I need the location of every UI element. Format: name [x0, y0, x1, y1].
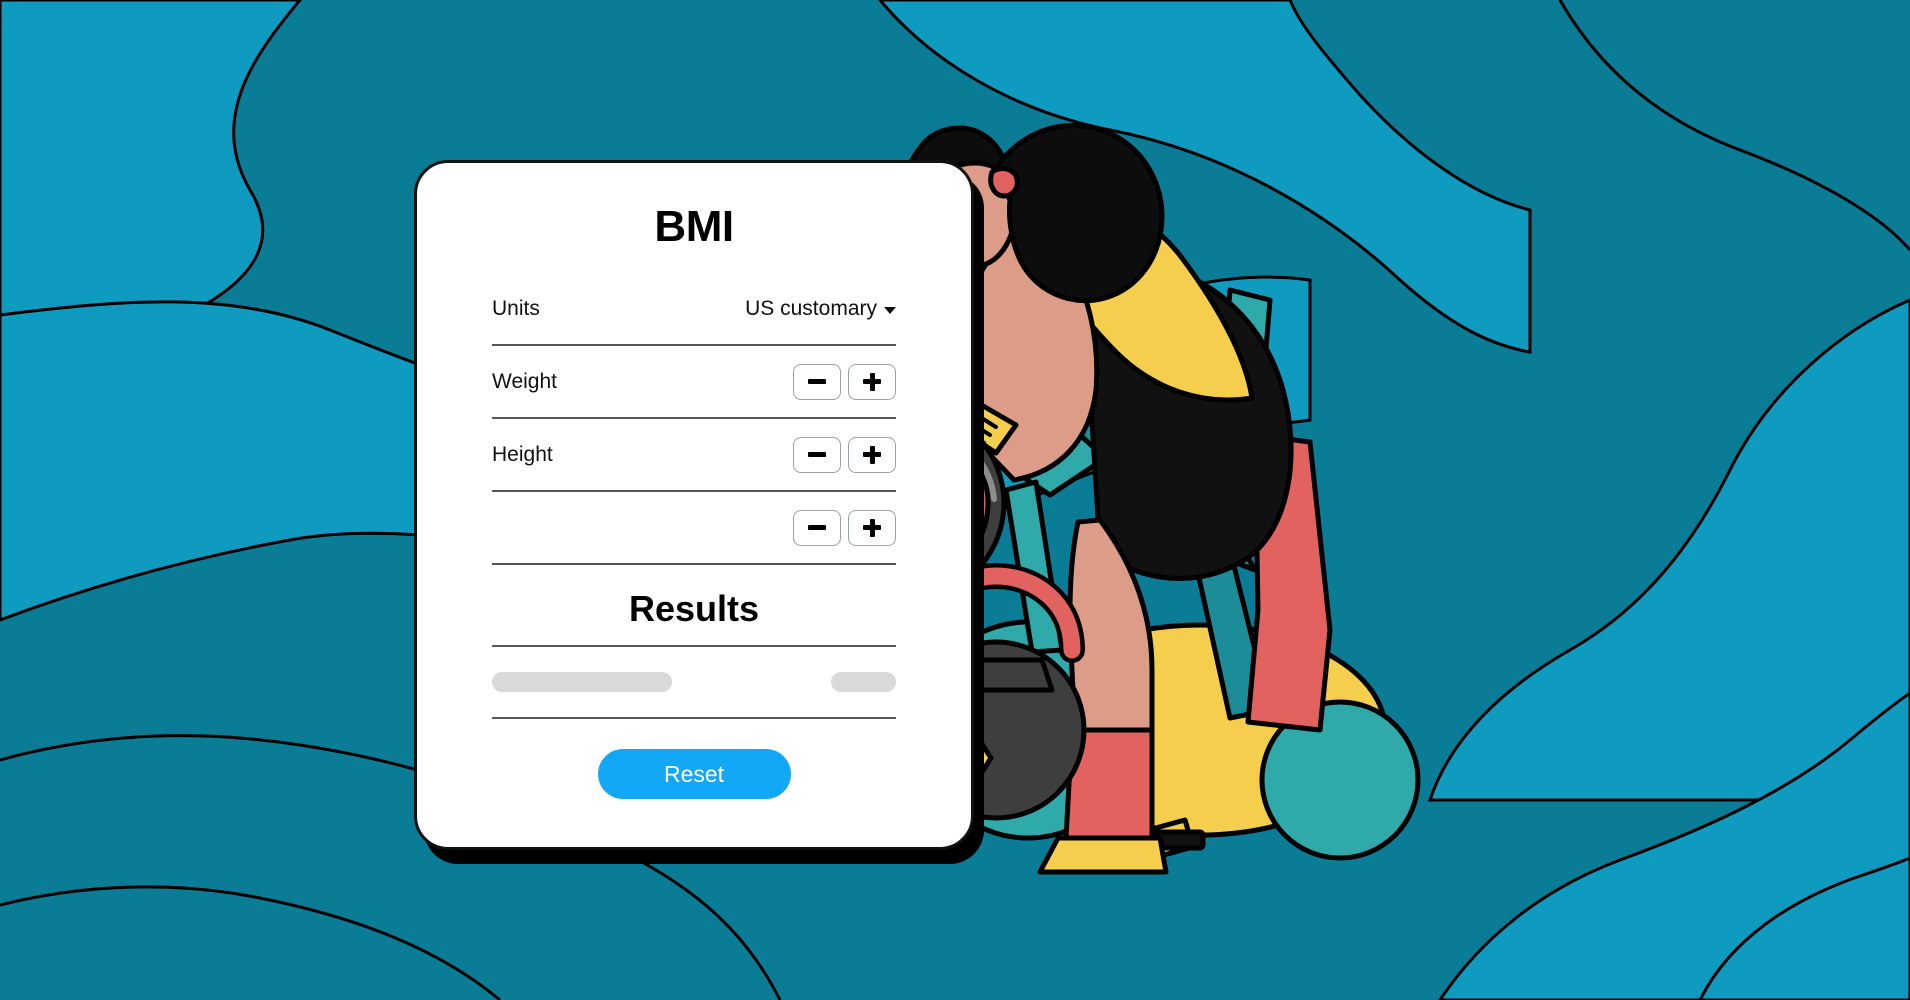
minus-icon	[808, 525, 826, 530]
reset-button[interactable]: Reset	[597, 749, 791, 799]
result-category-placeholder	[831, 672, 896, 692]
weight-stepper	[793, 363, 896, 400]
card-body: BMI Units US customary Weight Height Res…	[414, 160, 974, 850]
weight-label: Weight	[492, 369, 557, 393]
units-label: Units	[492, 296, 540, 320]
results-title: Results	[492, 565, 896, 647]
minus-icon	[808, 379, 826, 384]
result-value-placeholder	[492, 672, 672, 692]
row-extra	[492, 492, 896, 565]
page-title: BMI	[654, 202, 734, 251]
minus-icon	[808, 452, 826, 457]
row-height: Height	[492, 419, 896, 492]
plus-icon	[863, 445, 881, 464]
plus-icon	[863, 372, 881, 391]
height-increment-button[interactable]	[848, 436, 896, 473]
height-decrement-button[interactable]	[793, 436, 841, 473]
extra-increment-button[interactable]	[848, 509, 896, 546]
units-select-value: US customary	[745, 296, 877, 320]
chevron-down-icon	[884, 306, 896, 314]
plus-icon	[863, 518, 881, 537]
weight-increment-button[interactable]	[848, 363, 896, 400]
row-units: Units US customary	[492, 273, 896, 346]
height-label: Height	[492, 442, 553, 466]
results-placeholder-row	[492, 647, 896, 719]
extra-decrement-button[interactable]	[793, 509, 841, 546]
height-stepper	[793, 436, 896, 473]
units-select[interactable]: US customary	[745, 297, 896, 321]
bmi-calculator-card: BMI Units US customary Weight Height Res…	[414, 160, 984, 864]
extra-stepper	[793, 509, 896, 546]
reset-button-container: Reset	[492, 719, 896, 799]
weight-decrement-button[interactable]	[793, 363, 841, 400]
row-weight: Weight	[492, 346, 896, 419]
